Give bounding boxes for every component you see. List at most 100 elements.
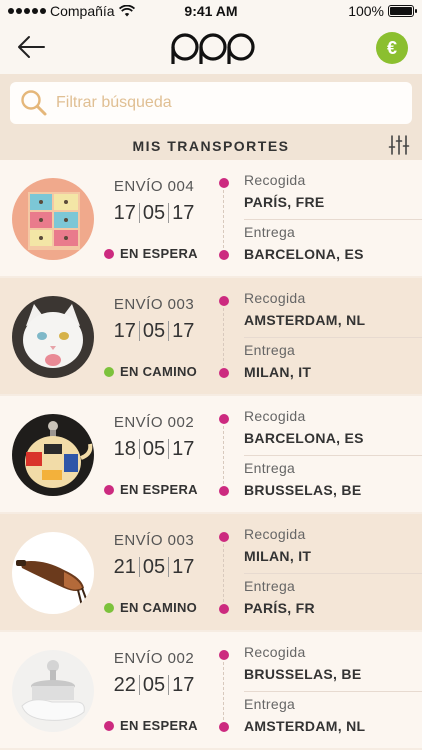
delivery-label: Entrega: [244, 696, 296, 712]
delivery-info: Entrega AMSTERDAM, NL: [244, 696, 422, 734]
delivery-label: Entrega: [244, 224, 296, 240]
status-dot-icon: [104, 720, 114, 731]
list-item[interactable]: ENVÍO 002 18 05 17 EN ESPERA Recogida BARC…: [0, 396, 422, 514]
pickup-dot-icon: [219, 650, 229, 660]
list-item[interactable]: ENVÍO 002 22 05 17 EN ESPERA Recogida BRUS…: [0, 632, 422, 750]
route-line: [223, 308, 224, 366]
pickup-place: BRUSSELAS, BE: [244, 666, 362, 682]
date-divider: [138, 557, 140, 577]
pickup-label: Recogida: [244, 290, 306, 306]
route-line: [223, 426, 224, 484]
carrier-area: Compañía: [8, 3, 135, 19]
pickup-label: Recogida: [244, 526, 306, 542]
delivery-info: Entrega PARÍS, FR: [244, 578, 422, 616]
date-month: 05: [142, 673, 166, 696]
pickup-info: Recogida AMSTERDAM, NL: [244, 290, 422, 338]
list-item[interactable]: ENVÍO 003 17 05 17 EN CAMINO Recogida AMST…: [0, 278, 422, 396]
battery-area: 100%: [348, 3, 417, 19]
section-header: MIS TRANSPORTES: [0, 132, 422, 160]
ham-leg-image: [12, 532, 94, 614]
delivery-place: BRUSSELAS, BE: [244, 482, 362, 498]
shipment-date: 22 05 17: [104, 672, 204, 698]
date-month: 05: [142, 437, 166, 460]
delivery-info: Entrega MILAN, IT: [244, 342, 422, 380]
pickup-dot-icon: [219, 296, 229, 306]
currency-button[interactable]: €: [376, 32, 408, 64]
search-field[interactable]: [10, 82, 412, 124]
status-dot-icon: [104, 484, 114, 495]
delivery-label: Entrega: [244, 578, 296, 594]
status-badge: EN ESPERA: [104, 482, 204, 497]
date-month: 05: [142, 319, 166, 342]
date-year: 17: [172, 201, 195, 224]
white-cat-image: [12, 296, 94, 378]
shipment-title: ENVÍO 003: [113, 296, 195, 313]
pickup-dot-icon: [219, 178, 229, 188]
search-input[interactable]: [56, 94, 376, 112]
route-timeline: [218, 296, 230, 378]
pickup-place: MILAN, IT: [244, 548, 312, 564]
carrier-label: Compañía: [50, 3, 115, 19]
delivery-dot-icon: [219, 722, 229, 732]
pickup-info: Recogida BARCELONA, ES: [244, 408, 422, 456]
pickup-label: Recogida: [244, 644, 306, 660]
status-badge: EN ESPERA: [104, 246, 204, 261]
back-arrow-icon[interactable]: [16, 34, 46, 60]
delivery-info: Entrega BRUSSELAS, BE: [244, 460, 422, 498]
shipment-title: ENVÍO 004: [113, 178, 195, 195]
pickup-info: Recogida BRUSSELAS, BE: [244, 644, 422, 692]
status-badge: EN ESPERA: [104, 718, 204, 733]
pickup-info: Recogida PARÍS, FRE: [244, 172, 422, 220]
pickup-dot-icon: [219, 532, 229, 542]
shipment-date: 18 05 17: [104, 436, 204, 462]
route-line: [223, 544, 224, 602]
route-line: [223, 662, 224, 720]
delivery-label: Entrega: [244, 342, 296, 358]
battery-icon: [388, 5, 417, 17]
status-bar: Compañía 9:41 AM 100%: [0, 0, 422, 22]
pickup-label: Recogida: [244, 172, 306, 188]
status-dot-icon: [104, 602, 114, 613]
shipment-list: ENVÍO 004 17 05 17 EN ESPERA Recogida PARÍ…: [0, 160, 422, 750]
route-timeline: [218, 532, 230, 614]
sliders-icon[interactable]: [388, 134, 410, 156]
delivery-place: PARÍS, FR: [244, 600, 315, 616]
status-label: EN ESPERA: [120, 718, 198, 733]
date-divider: [138, 439, 140, 459]
drawer-box-image: [12, 178, 94, 260]
pickup-place: AMSTERDAM, NL: [244, 312, 366, 328]
search-bar: [0, 74, 422, 132]
delivery-info: Entrega BARCELONA, ES: [244, 224, 422, 262]
app-screen: Compañía 9:41 AM 100% € Filtrar búsqueda…: [0, 0, 422, 750]
shipment-title: ENVÍO 003: [113, 532, 195, 549]
date-divider: [168, 321, 170, 341]
pickup-label: Recogida: [244, 408, 306, 424]
status-label: EN ESPERA: [120, 246, 198, 261]
date-month: 05: [142, 201, 166, 224]
brand-logo-icon: [171, 33, 255, 64]
delivery-label: Entrega: [244, 460, 296, 476]
pickup-dot-icon: [219, 414, 229, 424]
status-label: EN CAMINO: [120, 600, 198, 615]
battery-percent: 100%: [348, 3, 384, 19]
date-divider: [168, 675, 170, 695]
status-label: EN ESPERA: [120, 482, 198, 497]
date-month: 05: [142, 555, 166, 578]
date-day: 17: [113, 319, 136, 342]
date-divider: [168, 203, 170, 223]
shipment-title: ENVÍO 002: [113, 414, 195, 431]
delivery-dot-icon: [219, 604, 229, 614]
ashtray-image: [12, 650, 94, 732]
date-day: 17: [113, 201, 136, 224]
delivery-dot-icon: [219, 486, 229, 496]
list-item[interactable]: ENVÍO 004 17 05 17 EN ESPERA Recogida PARÍ…: [0, 160, 422, 278]
delivery-place: MILAN, IT: [244, 364, 312, 380]
route-line: [223, 190, 224, 248]
date-day: 18: [113, 437, 136, 460]
pickup-place: BARCELONA, ES: [244, 430, 364, 446]
teapot-lamp-image: [12, 414, 94, 496]
search-icon: [21, 90, 47, 116]
signal-icon: [8, 8, 46, 14]
list-item[interactable]: ENVÍO 003 21 05 17 EN CAMINO Recogida MILA…: [0, 514, 422, 632]
section-title: MIS TRANSPORTES: [132, 138, 290, 154]
